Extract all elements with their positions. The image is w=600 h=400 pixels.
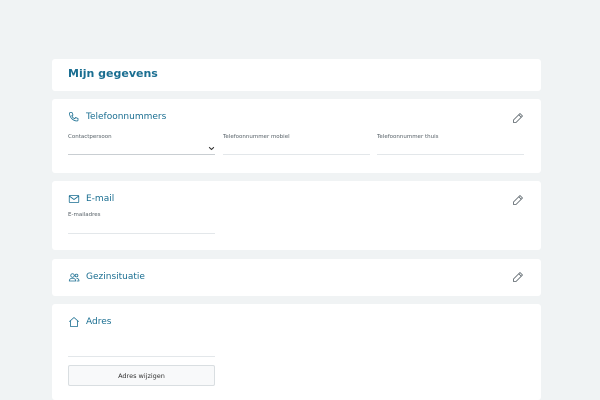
email-section-card: E-mail E-mailadres — [52, 181, 541, 250]
email-section-header: E-mail — [68, 193, 114, 205]
address-section-header: Adres — [68, 316, 111, 328]
address-section-card: Adres Adres wijzigen — [52, 304, 541, 400]
contact-person-select[interactable] — [68, 144, 215, 154]
contact-person-field: Contactpersoon — [68, 134, 215, 155]
mobile-phone-field: Telefoonnummer mobiel — [223, 134, 370, 155]
page-title: Mijn gegevens — [68, 67, 158, 80]
family-section-title: Gezinsituatie — [86, 272, 145, 282]
email-input[interactable] — [68, 222, 215, 233]
contact-person-underline — [68, 154, 215, 155]
users-icon — [68, 271, 80, 283]
page: Mijn gegevens Telefoonnummers Contactper… — [0, 0, 600, 400]
email-label: E-mailadres — [68, 212, 101, 218]
home-phone-input[interactable] — [377, 144, 524, 154]
phone-section-title: Telefoonnummers — [86, 112, 167, 122]
address-section-title: Adres — [86, 317, 112, 327]
contact-person-label: Contactpersoon — [68, 134, 112, 140]
pencil-icon — [512, 112, 524, 124]
address-underline — [68, 356, 215, 357]
email-field: E-mailadres — [68, 212, 215, 234]
mail-icon — [68, 193, 80, 205]
email-section-title: E-mail — [86, 194, 115, 204]
family-section-card: Gezinsituatie — [52, 259, 541, 296]
page-title-card: Mijn gegevens — [52, 59, 541, 91]
pencil-icon — [512, 194, 524, 206]
chevron-down-icon — [208, 145, 215, 152]
family-section-header: Gezinsituatie — [68, 271, 145, 283]
email-underline — [68, 233, 215, 234]
phone-icon — [68, 111, 80, 123]
home-phone-underline — [377, 154, 524, 155]
home-phone-field: Telefoonnummer thuis — [377, 134, 524, 155]
mobile-phone-input[interactable] — [223, 144, 370, 154]
edit-email-button[interactable] — [512, 194, 524, 206]
mobile-phone-label: Telefoonnummer mobiel — [223, 134, 290, 140]
mobile-phone-underline — [223, 154, 370, 155]
edit-phone-button[interactable] — [512, 112, 524, 124]
edit-family-button[interactable] — [512, 271, 524, 283]
pencil-icon — [512, 271, 524, 283]
change-address-button[interactable]: Adres wijzigen — [68, 365, 215, 386]
phone-section-header: Telefoonnummers — [68, 111, 166, 123]
home-icon — [68, 316, 80, 328]
phone-section-card: Telefoonnummers Contactpersoon Telefoonn… — [52, 99, 541, 173]
home-phone-label: Telefoonnummer thuis — [377, 134, 439, 140]
